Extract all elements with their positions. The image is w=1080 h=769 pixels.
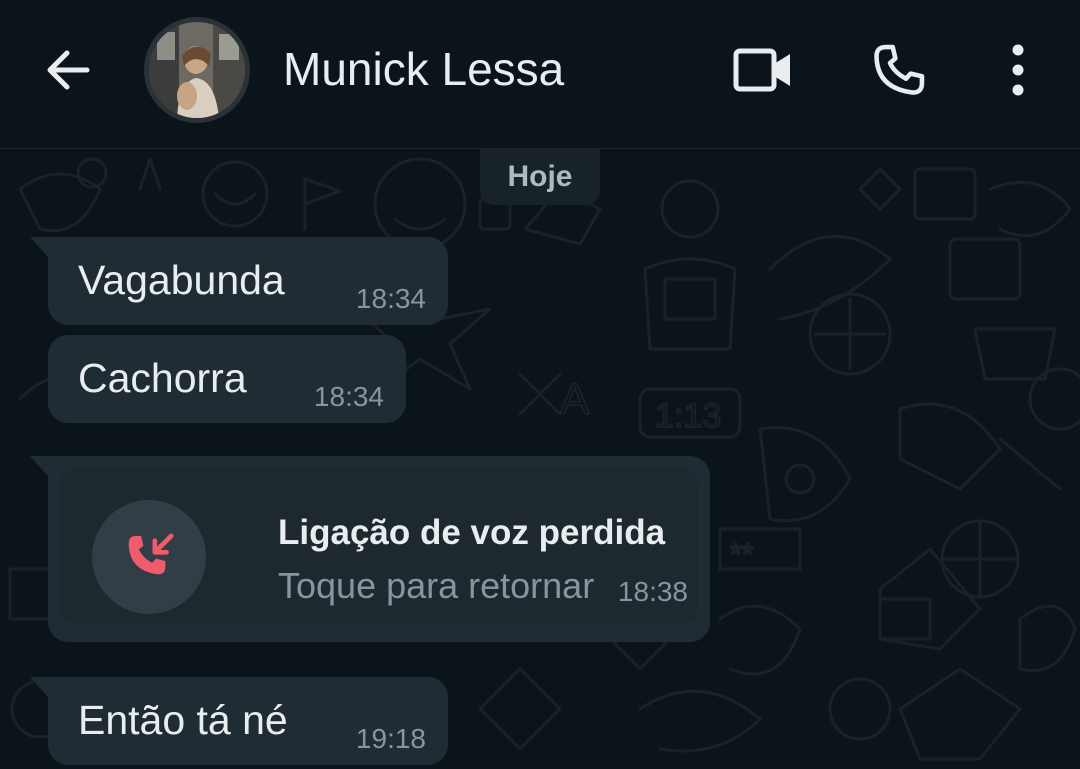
message-bubble[interactable]: Então tá né 19:18 — [30, 677, 448, 765]
message-bubble[interactable]: Cachorra 18:34 — [48, 335, 406, 423]
voice-call-button[interactable] — [867, 38, 931, 102]
svg-text:**: ** — [730, 538, 754, 571]
message-bubble[interactable]: Vagabunda 18:34 — [30, 237, 448, 325]
missed-call-icon-badge — [92, 500, 206, 614]
back-button[interactable] — [36, 38, 100, 102]
date-chip: Hoje — [480, 149, 600, 205]
contact-name[interactable]: Munick Lessa — [283, 42, 564, 96]
message-text: Cachorra — [78, 355, 247, 401]
avatar[interactable] — [144, 17, 250, 123]
chat-screen: Munick Lessa A 1:13 ** Hoje Vagabunda 18… — [0, 0, 1080, 769]
video-call-button[interactable] — [731, 38, 795, 102]
message-list[interactable]: A 1:13 ** Hoje Vagabunda 18:34 Cachorra … — [0, 149, 1080, 769]
message-time: 18:34 — [355, 283, 426, 314]
avatar-photo — [149, 22, 245, 118]
message-text: Vagabunda — [78, 257, 285, 303]
message-time: 18:38 — [617, 576, 688, 607]
message-text: Então tá né — [78, 697, 288, 743]
svg-text:A: A — [560, 375, 590, 424]
missed-call-icon — [128, 533, 174, 575]
more-options-button[interactable] — [986, 38, 1050, 102]
missed-call-title: Ligação de voz perdida — [278, 513, 666, 552]
phone-icon — [874, 44, 925, 95]
message-time: 19:18 — [355, 723, 426, 754]
missed-call-subtitle: Toque para retornar — [278, 565, 595, 606]
missed-call-bubble[interactable]: Ligação de voz perdida Toque para retorn… — [30, 456, 710, 642]
arrow-left-icon — [47, 50, 90, 90]
message-time: 18:34 — [313, 381, 384, 412]
video-camera-icon — [733, 48, 790, 92]
more-vertical-icon — [1012, 44, 1024, 96]
svg-text:1:13: 1:13 — [655, 397, 721, 435]
missed-call-card[interactable]: Ligação de voz perdida Toque para retorn… — [60, 468, 698, 624]
chat-header: Munick Lessa — [0, 0, 1080, 149]
